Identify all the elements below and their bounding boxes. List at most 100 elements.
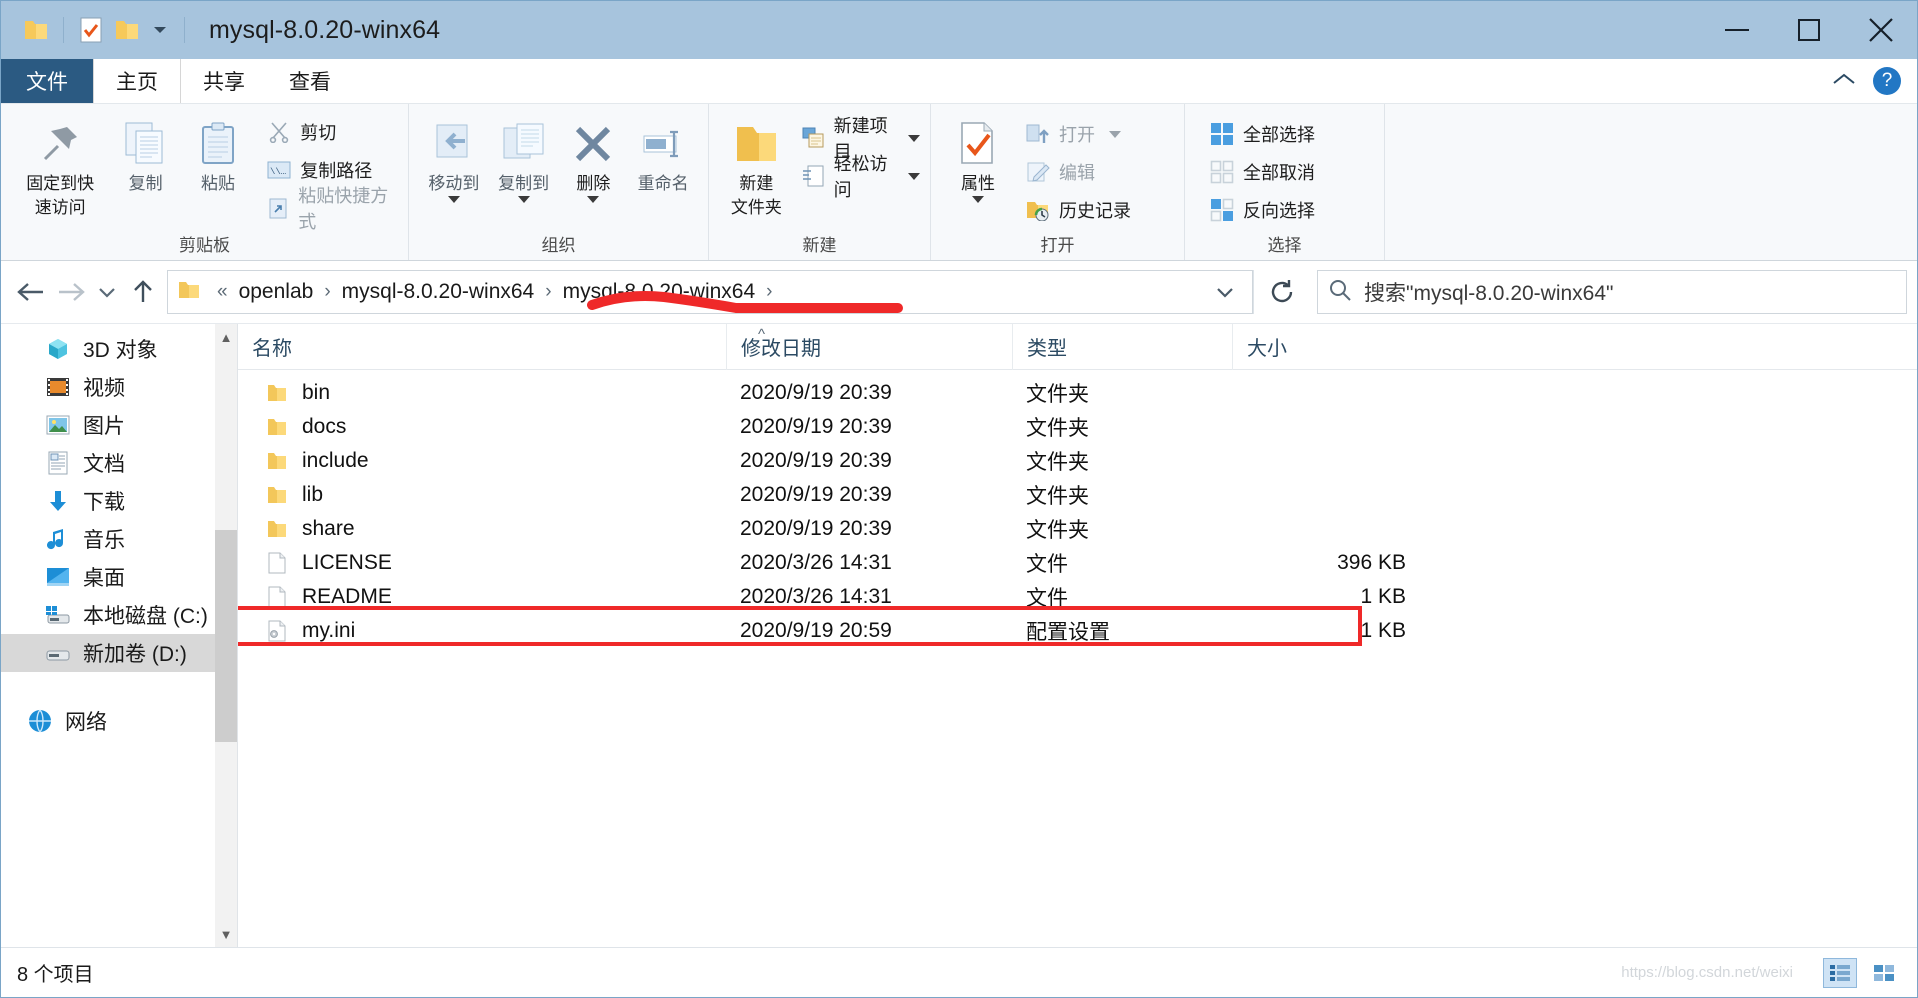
paste-shortcut-button[interactable]: 粘贴快捷方式 <box>266 186 398 232</box>
minimize-button[interactable] <box>1701 1 1773 59</box>
sidebar-item-documents[interactable]: 文档 <box>1 444 237 482</box>
copy-button[interactable]: 复制 <box>109 112 181 194</box>
sidebar-item-network[interactable]: 网络 <box>1 702 237 740</box>
move-to-button[interactable]: 移动到 <box>419 112 489 203</box>
column-header-type[interactable]: 类型 <box>1012 323 1232 370</box>
properties-checkmark-icon <box>958 118 998 170</box>
chevron-up-icon[interactable] <box>1831 70 1857 93</box>
chevron-down-icon[interactable] <box>908 172 920 180</box>
sidebar-item-3d-objects[interactable]: 3D 对象 <box>1 330 237 368</box>
new-folder-button[interactable]: 新建 文件夹 <box>719 112 794 218</box>
close-button[interactable] <box>1845 1 1917 59</box>
paste-button[interactable]: 粘贴 <box>182 112 254 194</box>
breadcrumb-item-1[interactable]: mysql-8.0.20-winx64 <box>340 280 537 304</box>
breadcrumb[interactable]: « openlab › mysql-8.0.20-winx64 › mysql-… <box>167 270 1253 314</box>
divider <box>63 17 64 43</box>
scroll-up-arrow[interactable]: ▲ <box>215 324 237 350</box>
column-header-date[interactable]: 修改日期 <box>726 323 1012 370</box>
forward-button[interactable] <box>51 270 91 314</box>
table-row[interactable]: LICENSE 2020/3/26 14:31 文件 396 KB <box>238 546 1917 580</box>
table-row[interactable]: README 2020/3/26 14:31 文件 1 KB <box>238 580 1917 614</box>
delete-label: 删除 <box>576 174 611 193</box>
column-header-name[interactable]: 名称 <box>238 324 726 370</box>
rename-label: 重命名 <box>637 174 689 193</box>
table-row[interactable]: share 2020/9/19 20:39 文件夹 <box>238 512 1917 546</box>
sidebar-item-desktop[interactable]: 桌面 <box>1 558 237 596</box>
history-button[interactable]: 历史记录 <box>1025 194 1131 226</box>
chevron-down-icon[interactable] <box>908 134 920 142</box>
group-label-select: 选择 <box>1267 236 1302 255</box>
easy-access-button[interactable]: 轻松访问 <box>802 154 920 200</box>
invert-selection-label: 反向选择 <box>1243 201 1315 221</box>
ribbon-group-clipboard: 固定到快 速访问 复制 粘贴 剪切 \\… 复制路径 粘贴快捷方式 剪贴板 <box>1 104 409 260</box>
details-view-button[interactable] <box>1823 957 1857 988</box>
tab-view[interactable]: 查看 <box>267 59 353 103</box>
ribbon: 固定到快 速访问 复制 粘贴 剪切 \\… 复制路径 粘贴快捷方式 剪贴板 移动… <box>1 103 1917 261</box>
folder-icon[interactable] <box>19 13 53 47</box>
column-header-size[interactable]: 大小 <box>1232 323 1422 370</box>
select-none-label: 全部取消 <box>1243 163 1315 183</box>
invert-selection-button[interactable]: 反向选择 <box>1209 194 1315 226</box>
breadcrumb-history-button[interactable] <box>1214 285 1246 299</box>
large-icons-view-button[interactable] <box>1867 958 1901 988</box>
chevron-down-icon[interactable] <box>1109 130 1121 138</box>
navigation-scrollbar[interactable]: ▲ ▼ <box>215 324 237 947</box>
chevron-down-icon[interactable] <box>587 196 600 203</box>
sidebar-item-local-disk-c[interactable]: 本地磁盘 (C:) <box>1 596 237 634</box>
breadcrumb-overflow[interactable]: « <box>208 281 237 303</box>
sidebar-item-music[interactable]: 音乐 <box>1 520 237 558</box>
table-row[interactable]: include 2020/9/19 20:39 文件夹 <box>238 444 1917 478</box>
table-row[interactable]: bin 2020/9/19 20:39 文件夹 <box>238 376 1917 410</box>
chevron-down-icon[interactable] <box>972 196 984 203</box>
sidebar-item-new-volume-d[interactable]: 新加卷 (D:) <box>1 634 237 672</box>
tab-file[interactable]: 文件 <box>1 59 93 103</box>
chevron-down-icon[interactable] <box>154 27 166 33</box>
table-row[interactable]: docs 2020/9/19 20:39 文件夹 <box>238 410 1917 444</box>
delete-button[interactable]: 删除 <box>559 112 629 203</box>
file-date: 2020/9/19 20:39 <box>740 483 892 506</box>
scroll-down-arrow[interactable]: ▼ <box>215 921 237 947</box>
recent-locations-button[interactable] <box>91 270 123 314</box>
select-commands: 全部选择 全部取消 反向选择 <box>1209 112 1315 226</box>
sidebar-item-videos[interactable]: 视频 <box>1 368 237 406</box>
select-all-button[interactable]: 全部选择 <box>1209 118 1315 150</box>
cut-button[interactable]: 剪切 <box>266 116 398 148</box>
refresh-button[interactable] <box>1253 270 1309 314</box>
copy-to-button[interactable]: 复制到 <box>489 112 559 203</box>
file-size <box>1232 376 1422 410</box>
properties-checkmark-icon[interactable] <box>74 13 108 47</box>
pin-to-quick-access-button[interactable]: 固定到快 速访问 <box>11 112 109 218</box>
file-type: 文件 <box>1026 553 1068 576</box>
sidebar-item-downloads[interactable]: 下载 <box>1 482 237 520</box>
breadcrumb-separator[interactable]: › <box>315 281 339 303</box>
rename-button[interactable]: 重命名 <box>628 112 698 194</box>
file-name: bin <box>302 381 331 404</box>
music-icon <box>45 526 71 552</box>
chevron-down-icon[interactable] <box>517 196 530 203</box>
up-button[interactable] <box>123 270 163 314</box>
search-input[interactable]: 搜索"mysql-8.0.20-winx64" <box>1317 270 1907 314</box>
properties-button[interactable]: 属性 <box>941 112 1015 203</box>
open-button[interactable]: 打开 <box>1025 118 1131 150</box>
edit-button[interactable]: 编辑 <box>1025 156 1131 188</box>
sidebar-item-pictures[interactable]: 图片 <box>1 406 237 444</box>
select-none-button[interactable]: 全部取消 <box>1209 156 1315 188</box>
table-row[interactable]: my.ini 2020/9/19 20:59 配置设置 1 KB <box>238 614 1917 648</box>
back-button[interactable] <box>11 270 51 314</box>
help-icon[interactable]: ? <box>1873 67 1901 95</box>
breadcrumb-separator[interactable]: › <box>757 281 781 303</box>
scrollbar-thumb[interactable] <box>215 530 237 742</box>
new-folder-icon[interactable] <box>110 13 144 47</box>
breadcrumb-separator[interactable]: › <box>536 281 560 303</box>
paste-label: 粘贴 <box>201 174 235 193</box>
maximize-button[interactable] <box>1773 1 1845 59</box>
pin-label-line1: 固定到快 <box>26 174 95 193</box>
chevron-down-icon[interactable] <box>447 196 460 203</box>
sidebar-item-label: 文档 <box>83 453 125 476</box>
picture-icon <box>45 412 71 438</box>
tab-share[interactable]: 共享 <box>181 59 267 103</box>
tab-home[interactable]: 主页 <box>93 59 181 103</box>
breadcrumb-item-2[interactable]: mysql-8.0.20-winx64 <box>561 280 758 304</box>
breadcrumb-item-0[interactable]: openlab <box>237 280 316 304</box>
table-row[interactable]: lib 2020/9/19 20:39 文件夹 <box>238 478 1917 512</box>
